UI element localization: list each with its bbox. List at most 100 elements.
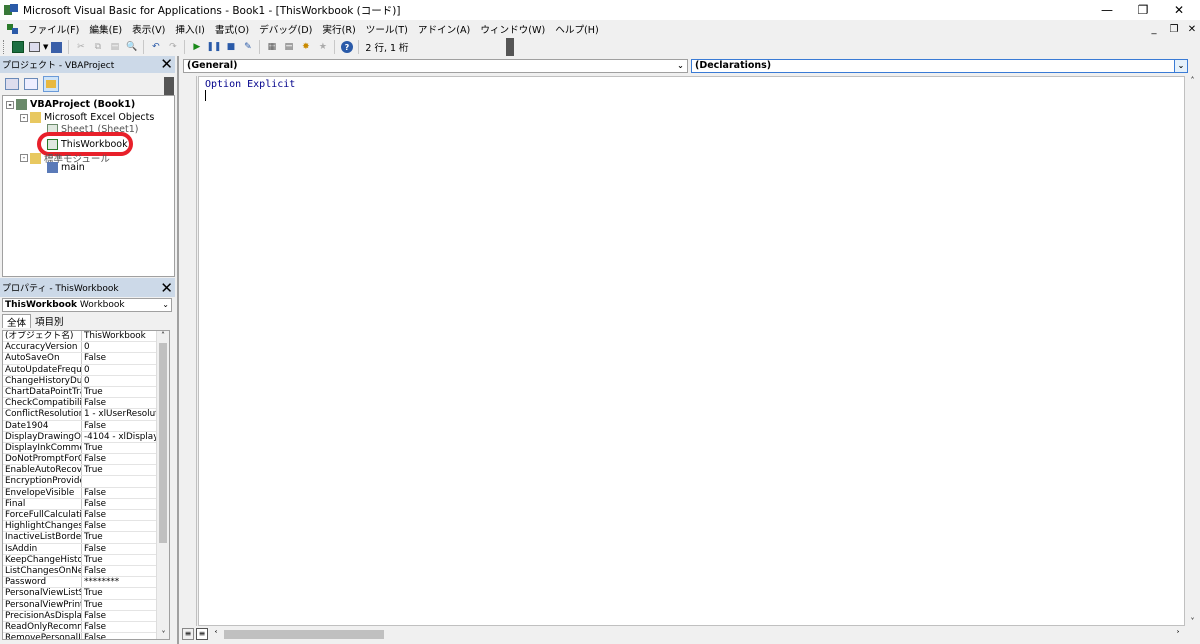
property-row[interactable]: PrecisionAsDisplayeFalse: [3, 610, 169, 622]
dropdown-arrow-icon[interactable]: ▼: [43, 43, 48, 51]
redo-button[interactable]: ↷: [165, 40, 180, 54]
property-row[interactable]: CheckCompatibilityFalse: [3, 398, 169, 410]
procedure-view-icon[interactable]: ≡: [182, 628, 194, 640]
property-value[interactable]: ThisWorkbook: [82, 331, 156, 341]
menu-run[interactable]: 実行(R): [317, 22, 360, 36]
property-row[interactable]: PersonalViewListSe True: [3, 588, 169, 600]
property-row[interactable]: ChangeHistoryDura0: [3, 375, 169, 387]
mdi-restore-button[interactable]: ❐: [1166, 20, 1182, 38]
property-value[interactable]: ********: [82, 577, 156, 587]
save-button[interactable]: [49, 40, 64, 54]
property-row[interactable]: DisplayDrawingObje-4104 - xlDisplayS: [3, 431, 169, 443]
code-text[interactable]: Option Explicit: [205, 79, 295, 101]
property-value[interactable]: -4104 - xlDisplayS: [82, 432, 156, 442]
property-value[interactable]: False: [82, 488, 156, 498]
menu-edit[interactable]: 編集(E): [84, 22, 127, 36]
property-row[interactable]: EnableAutoRecoverTrue: [3, 465, 169, 477]
property-row[interactable]: RemovePersonalInf False: [3, 633, 169, 639]
scroll-down-icon[interactable]: ˅: [157, 630, 169, 639]
scroll-thumb[interactable]: [159, 343, 167, 543]
property-value[interactable]: False: [82, 499, 156, 509]
insert-userform-button[interactable]: [27, 40, 42, 54]
project-close-icon[interactable]: ✕: [160, 57, 173, 72]
toolbar-grip[interactable]: [3, 40, 6, 54]
horizontal-scroll-thumb[interactable]: [224, 629, 384, 639]
property-value[interactable]: False: [82, 633, 156, 639]
toolbar-overflow[interactable]: [506, 38, 514, 56]
property-row[interactable]: Date1904 False: [3, 420, 169, 432]
property-value[interactable]: True: [82, 555, 156, 565]
reset-button[interactable]: ■: [223, 40, 238, 54]
mdi-close-button[interactable]: ✕: [1184, 20, 1200, 38]
property-row[interactable]: EncryptionProvider: [3, 476, 169, 488]
property-row[interactable]: IsAddin False: [3, 543, 169, 555]
property-scrollbar[interactable]: ˄ ˅: [156, 331, 169, 639]
view-code-icon[interactable]: [5, 78, 19, 90]
menu-insert[interactable]: 挿入(I): [170, 22, 210, 36]
property-value[interactable]: True: [82, 532, 156, 542]
help-button[interactable]: ?: [339, 40, 354, 54]
property-value[interactable]: False: [82, 398, 156, 408]
view-excel-button[interactable]: [10, 40, 25, 54]
break-button[interactable]: ❚❚: [206, 40, 221, 54]
cut-button[interactable]: ✂: [73, 40, 88, 54]
property-value[interactable]: False: [82, 421, 156, 431]
menu-debug[interactable]: デバッグ(D): [254, 22, 317, 36]
property-value[interactable]: 0: [82, 365, 156, 375]
collapse-icon[interactable]: -: [6, 100, 14, 109]
property-row[interactable]: InactiveListBorder\ True: [3, 532, 169, 544]
scroll-right-icon[interactable]: ˃: [1176, 630, 1180, 639]
find-button[interactable]: 🔍: [124, 40, 139, 54]
code-vertical-scrollbar[interactable]: ˄ ˅: [1185, 76, 1200, 626]
property-row[interactable]: EnvelopeVisible False: [3, 487, 169, 499]
property-value[interactable]: False: [82, 566, 156, 576]
code-line[interactable]: Option Explicit: [205, 79, 295, 90]
tree-node-main[interactable]: main: [47, 162, 85, 173]
run-button[interactable]: ▶: [189, 40, 204, 54]
mdi-minimize-button[interactable]: _: [1146, 20, 1162, 38]
property-value[interactable]: True: [82, 443, 156, 453]
object-selector[interactable]: ThisWorkbook Workbook ⌄: [2, 298, 172, 312]
procedure-combo[interactable]: (Declarations) ⌄: [691, 59, 1188, 73]
close-button[interactable]: ✕: [1162, 0, 1196, 20]
property-row[interactable]: AutoSaveOn False: [3, 353, 169, 365]
property-row[interactable]: PersonalViewPrintS True: [3, 599, 169, 611]
property-value[interactable]: False: [82, 622, 156, 632]
scroll-up-icon[interactable]: ˄: [157, 331, 169, 340]
object-browser-button[interactable]: ✸: [298, 40, 313, 54]
property-row[interactable]: DoNotPromptForCo False: [3, 454, 169, 466]
object-combo[interactable]: (General) ⌄: [183, 59, 688, 73]
menu-addins[interactable]: アドイン(A): [413, 22, 475, 36]
tree-node-vbaproject[interactable]: - VBAProject (Book1): [6, 99, 135, 110]
property-value[interactable]: 0: [82, 376, 156, 386]
property-value[interactable]: True: [82, 600, 156, 610]
property-row[interactable]: Password ********: [3, 577, 169, 589]
property-row[interactable]: (オブジェクト名) ThisWorkbook: [3, 331, 169, 343]
collapse-icon[interactable]: -: [20, 113, 28, 122]
property-value[interactable]: False: [82, 510, 156, 520]
property-value[interactable]: True: [82, 465, 156, 475]
property-row[interactable]: DisplayInkCommentTrue: [3, 442, 169, 455]
property-value[interactable]: False: [82, 454, 156, 464]
properties-window-button[interactable]: ▤: [281, 40, 296, 54]
toggle-folders-button[interactable]: [43, 76, 59, 92]
property-row[interactable]: ForceFullCalculatio False: [3, 510, 169, 522]
copy-button[interactable]: ⧉: [90, 40, 105, 54]
property-row[interactable]: ConflictResolution 1 - xlUserResolut: [3, 409, 169, 421]
project-explorer-button[interactable]: ▦: [264, 40, 279, 54]
menu-window[interactable]: ウィンドウ(W): [475, 22, 550, 36]
menu-tools[interactable]: ツール(T): [361, 22, 413, 36]
property-value[interactable]: 1 - xlUserResolut: [82, 409, 156, 419]
full-module-view-icon[interactable]: ≡: [196, 628, 208, 640]
project-toolbar-grip[interactable]: [164, 77, 174, 97]
property-value[interactable]: 0: [82, 342, 156, 352]
scroll-up-icon[interactable]: ˄: [1185, 76, 1200, 85]
paste-button[interactable]: ▤: [107, 40, 122, 54]
property-value[interactable]: True: [82, 588, 156, 598]
property-value[interactable]: False: [82, 353, 156, 363]
menu-help[interactable]: ヘルプ(H): [550, 22, 603, 36]
tab-categorized[interactable]: 項目別: [31, 314, 68, 328]
property-row[interactable]: KeepChangeHistoryTrue: [3, 554, 169, 566]
tab-alphabetic[interactable]: 全体: [2, 314, 32, 329]
minimize-button[interactable]: —: [1090, 0, 1124, 20]
